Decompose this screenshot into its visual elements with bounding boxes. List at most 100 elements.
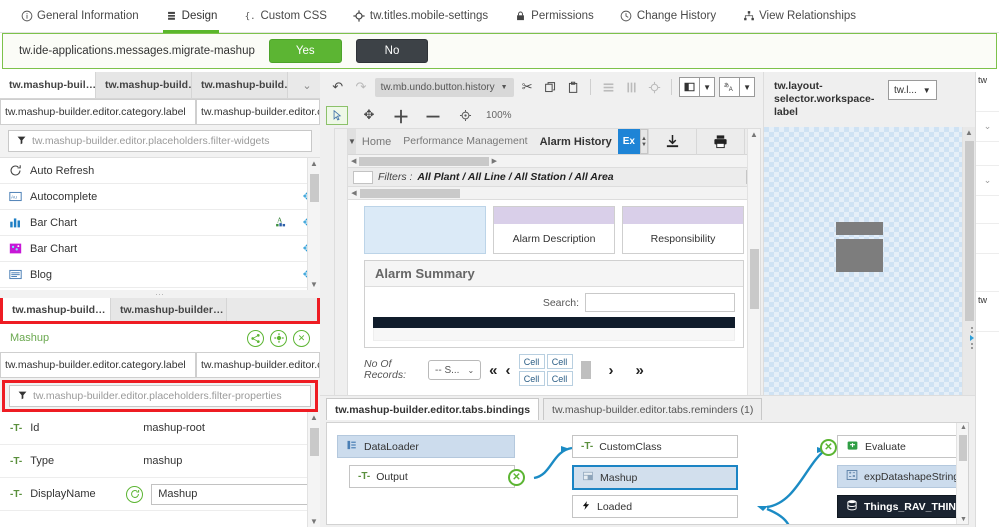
binding-node-customclass[interactable]: -T- CustomClass <box>572 435 738 458</box>
chevron-left-icon[interactable]: ‹ <box>506 362 511 379</box>
grid-cell[interactable]: Cell <box>518 371 545 386</box>
align-rows-icon[interactable] <box>598 77 617 97</box>
minus-icon[interactable]: － <box>422 105 444 127</box>
binding-node-output[interactable]: -T- Output <box>349 465 515 488</box>
binding-remove-marker[interactable]: ✕ <box>508 469 525 486</box>
property-list-scrollbar[interactable]: ▲ ▼ <box>307 412 320 527</box>
close-button[interactable]: ✕ <box>293 329 310 347</box>
widget-tab-0[interactable]: tw.mashup-buil… <box>0 72 96 98</box>
panel-drag-dots[interactable] <box>968 327 976 349</box>
tab-custom-css[interactable]: {.} Custom CSS <box>241 0 328 33</box>
scroll-thumb[interactable] <box>310 428 319 456</box>
filters-checkbox[interactable] <box>353 170 373 184</box>
far-right-item[interactable] <box>976 254 999 292</box>
far-right-item[interactable] <box>976 142 999 166</box>
triangle-up-icon[interactable]: ▲ <box>750 129 758 140</box>
plus-icon[interactable]: ＋ <box>390 105 412 127</box>
triangle-up-icon[interactable]: ▲ <box>960 424 967 431</box>
filters-horizontal-scrollbar[interactable]: ◀ ▶ <box>348 187 760 200</box>
scroll-thumb[interactable] <box>965 141 974 321</box>
redo-arrow-icon[interactable]: ↷ <box>351 77 370 97</box>
triangle-right-icon[interactable]: ▶ <box>489 157 500 165</box>
triangle-down-icon[interactable]: ▼ <box>960 516 967 523</box>
crosshair-icon[interactable] <box>645 77 664 97</box>
widget-tab-2[interactable]: tw.mashup-build… <box>192 72 288 98</box>
no-button[interactable]: No <box>355 39 429 63</box>
chevron-down-icon[interactable]: ⌄ <box>976 166 999 196</box>
list-item[interactable]: Au Autocomplete ✥ <box>0 184 320 210</box>
undo-arrow-icon[interactable]: ↶ <box>328 77 347 97</box>
far-right-item[interactable]: tw <box>976 292 999 332</box>
binding-node-things-rav-thing[interactable]: Things_RAV_THING_Favourites_v2 <box>837 495 968 518</box>
cursor-arrow-icon[interactable] <box>326 105 348 125</box>
double-chevron-right-icon[interactable]: » <box>636 362 644 379</box>
triangle-down-icon[interactable]: ▼ <box>310 279 318 290</box>
widget-filter-input[interactable]: tw.mashup-builder.editor.placeholders.fi… <box>8 130 312 152</box>
share-button[interactable] <box>247 329 264 347</box>
binding-node-evaluate[interactable]: Evaluate <box>837 435 968 458</box>
displayname-field[interactable]: Mashup <box>151 483 310 505</box>
property-row[interactable]: -T- Id mashup-root <box>0 412 320 445</box>
paste-icon[interactable] <box>564 77 583 97</box>
grid-cell[interactable]: Cell <box>518 354 545 369</box>
nav-spinner[interactable]: ▲ ▼ <box>639 129 648 154</box>
undo-history-dropdown[interactable]: tw.mb.undo.button.history ▼ <box>374 77 514 97</box>
tab-reminders[interactable]: tw.mashup-builder.editor.tabs.reminders … <box>543 398 763 420</box>
chevron-down-icon[interactable]: ⌄ <box>294 72 320 98</box>
tab-view-relationships[interactable]: View Relationships <box>740 0 858 33</box>
scissors-icon[interactable]: ✂ <box>518 77 537 97</box>
widget-tab-1[interactable]: tw.mashup-build… <box>96 72 192 98</box>
list-item[interactable]: Bar Chart A ✥ <box>0 210 320 236</box>
bindings-scrollbar[interactable]: ▲ ▼ <box>956 423 968 524</box>
triangle-left-icon[interactable]: ◀ <box>348 189 360 197</box>
binding-node-loaded[interactable]: Loaded <box>572 495 738 518</box>
tab-design[interactable]: Design <box>162 0 220 33</box>
records-select[interactable]: -- S... ⌄ <box>428 360 482 380</box>
far-right-item[interactable]: tw <box>976 72 999 112</box>
grid-cell[interactable]: Cell <box>546 354 573 369</box>
triangle-up-icon[interactable]: ▲ <box>310 158 318 169</box>
prop-category-label-tab-2[interactable]: tw.mashup-builder.editor.c <box>196 352 320 378</box>
chevron-right-icon[interactable]: › <box>609 362 614 379</box>
property-tab-1[interactable]: tw.mashup-builder… <box>111 298 227 321</box>
nav-item-home[interactable]: Home <box>356 129 397 154</box>
tab-permissions[interactable]: Permissions <box>512 0 596 33</box>
tab-mobile-settings[interactable]: tw.titles.mobile-settings <box>351 0 490 33</box>
scroll-thumb[interactable] <box>310 174 319 202</box>
nav-item-alarm-history[interactable]: Alarm History <box>534 129 618 154</box>
language-dropdown-button[interactable]: あA ▼ <box>719 77 755 97</box>
nav-item-performance-management[interactable]: Performance Management <box>397 129 533 154</box>
refresh-icon[interactable] <box>126 485 144 503</box>
target-icon[interactable] <box>454 105 476 125</box>
widget-list-scrollbar[interactable]: ▲ ▼ <box>307 158 320 290</box>
card-responsibility[interactable]: Responsibility <box>622 206 744 254</box>
double-chevron-left-icon[interactable]: « <box>489 362 497 379</box>
list-item[interactable]: Bar Chart ✥ <box>0 236 320 262</box>
yes-button[interactable]: Yes <box>268 39 342 63</box>
far-right-item[interactable] <box>976 196 999 224</box>
triangle-up-icon[interactable]: ▲ <box>965 127 973 138</box>
property-tab-0[interactable]: tw.mashup-build… <box>3 298 111 321</box>
binding-remove-marker[interactable]: ✕ <box>820 439 837 456</box>
binding-node-dataloader[interactable]: DataLoader <box>337 435 515 458</box>
far-right-item[interactable] <box>976 224 999 254</box>
category-label-tab[interactable]: tw.mashup-builder.editor.category.label <box>0 99 196 125</box>
grid-cell[interactable]: Cell <box>546 371 573 386</box>
align-columns-icon[interactable] <box>622 77 641 97</box>
category-label-tab-2[interactable]: tw.mashup-builder.editor.c <box>196 99 320 125</box>
scroll-thumb[interactable] <box>959 435 967 461</box>
list-item[interactable]: Auto Refresh <box>0 158 320 184</box>
scroll-thumb[interactable] <box>359 156 489 166</box>
chevron-down-icon[interactable]: ⌄ <box>976 112 999 142</box>
binding-node-mashup[interactable]: Mashup <box>572 465 738 490</box>
settings-button[interactable] <box>270 329 287 347</box>
scroll-thumb[interactable] <box>360 188 460 198</box>
search-input[interactable] <box>585 293 735 312</box>
binding-node-expdatashapestring[interactable]: expDatashapeString <box>837 465 968 488</box>
scroll-thumb[interactable] <box>750 249 759 309</box>
nav-horizontal-scrollbar[interactable]: ◀ ▶ <box>348 155 760 168</box>
tab-change-history[interactable]: Change History <box>618 0 718 33</box>
layout-selector-dropdown[interactable]: tw.l... ▼ <box>888 80 937 100</box>
property-row[interactable]: -T- Type mashup <box>0 445 320 478</box>
property-row[interactable]: -T- DisplayName Mashup <box>0 478 320 511</box>
